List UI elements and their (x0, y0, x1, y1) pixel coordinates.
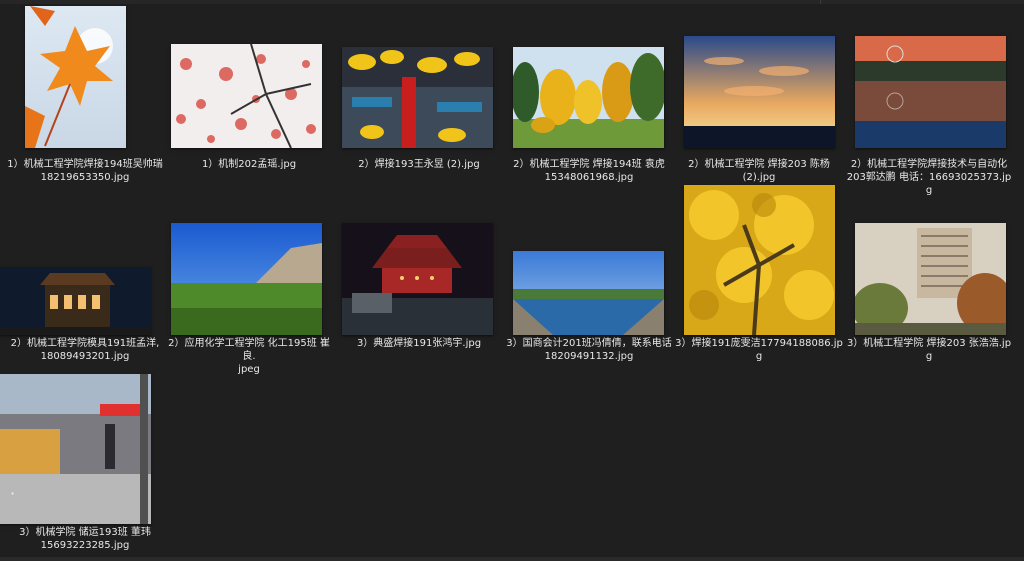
file-item[interactable]: 1）机制202孟瑶.jpg (164, 6, 334, 171)
file-name: 2）焊接193王永昱 (2).jpg (358, 159, 480, 170)
thumbnail-building (855, 223, 1006, 335)
file-name: 2）应用化学工程学院 化工195班 崔良. jpeg (168, 338, 330, 375)
file-item[interactable]: 2）机械工程学院焊接技术与自动化 203郭达鹏 电话：16693025373.jp… (844, 6, 1014, 197)
thumbnail-sunset-lake (684, 36, 835, 148)
file-name: 1）机制202孟瑶.jpg (201, 159, 297, 170)
file-item[interactable]: 2）机械工程学院 焊接203 陈杨 (2).jpg (674, 6, 844, 184)
file-item[interactable]: 1）机械工程学院焊接194班吴帅瑞 18219653350.jpg (0, 6, 170, 184)
thumbnail-red-leaves (171, 44, 322, 148)
file-name: 3）机械学院 储运193班 董玮 15693223285.jpg (19, 527, 151, 551)
file-grid: 1）机械工程学院焊接194班吴帅瑞18219653350.jpg 1）机制20 (0, 0, 1024, 561)
file-name: 3）典盛焊接191张鸿宇.jpg (356, 338, 482, 349)
file-item[interactable]: 3）国商会计201班冯倩倩，联系电话 18209491132.jpg (504, 185, 674, 363)
thumbnail-autumn-trees (513, 47, 664, 148)
file-item[interactable]: 2）焊接193王永昱 (2).jpg (334, 6, 504, 171)
file-item[interactable]: 3）典盛焊接191张鸿宇.jpg (334, 185, 504, 350)
file-name: 1）机械工程学院焊接194班吴帅瑞 18219653350.jpg (7, 159, 163, 183)
file-item[interactable]: 2）机械工程学院模具191班孟洋, 18089493201.jpg (0, 185, 170, 363)
thumbnail-sunset-reflection (855, 36, 1006, 148)
file-name: 2）机械工程学院 焊接194班 袁虎 15348061968.jpg (513, 159, 665, 183)
file-name: 3）焊接191庞雯洁17794188086.jpg (675, 338, 843, 362)
file-item[interactable]: 3）焊接191庞雯洁17794188086.jpg (674, 185, 844, 363)
thumbnail-maple-leaf (25, 6, 126, 148)
file-item[interactable]: · 3）机械学院 储运193班 董玮 15693223285.jpg (0, 374, 170, 552)
file-item[interactable]: 3）机械工程学院 焊接203 张浩浩.jpg (844, 185, 1014, 363)
thumbnail-temple-gold (342, 47, 493, 148)
thumbnail-night-pavilion (342, 223, 493, 335)
thumbnail-grass-mountain (171, 223, 322, 335)
thumbnail-canal (513, 251, 664, 335)
file-item[interactable]: 2）机械工程学院 焊接194班 袁虎 15348061968.jpg (504, 6, 674, 184)
thumbnail-night-tower (0, 267, 151, 335)
file-name: 2）机械工程学院模具191班孟洋, 18089493201.jpg (10, 338, 160, 362)
horizontal-scrollbar[interactable] (0, 557, 1024, 561)
thumbnail-ginkgo (684, 185, 835, 335)
file-name: 3）国商会计201班冯倩倩，联系电话 18209491132.jpg (506, 338, 672, 362)
thumbnail-street: · (0, 374, 151, 524)
svg-text:·: · (10, 484, 15, 503)
file-name: 2）机械工程学院 焊接203 陈杨 (2).jpg (688, 159, 830, 183)
file-name: 3）机械工程学院 焊接203 张浩浩.jpg (846, 338, 1012, 362)
file-item[interactable]: 2）应用化学工程学院 化工195班 崔良. jpeg (164, 185, 334, 376)
